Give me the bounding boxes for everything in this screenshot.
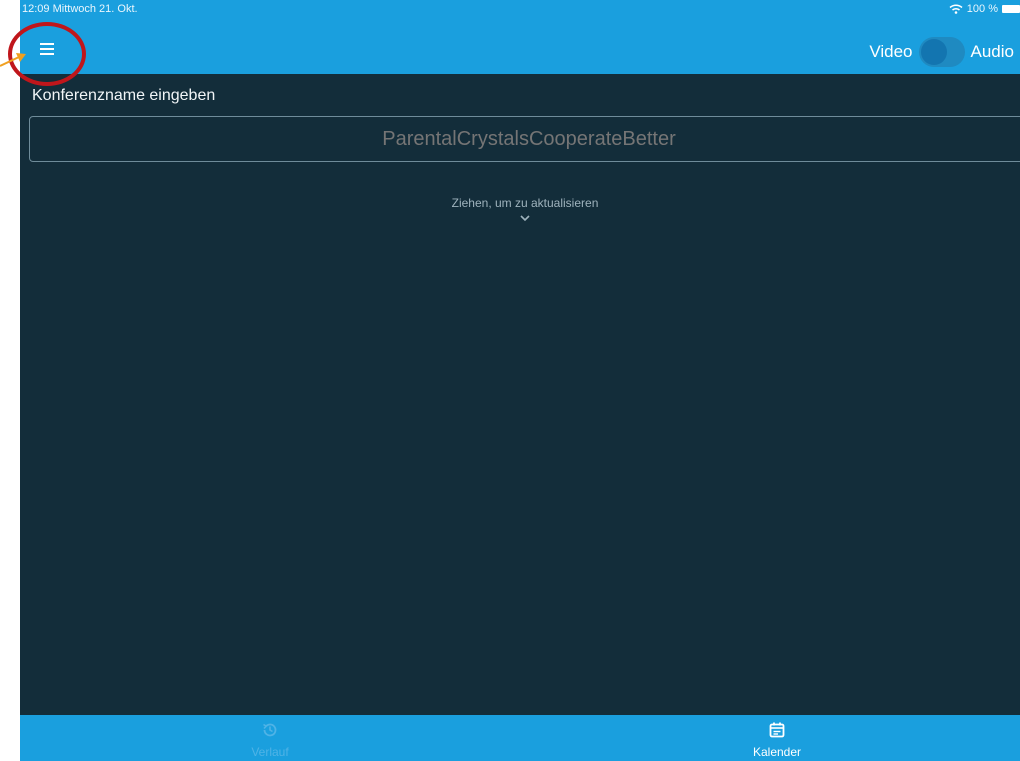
history-icon: [263, 723, 277, 737]
status-bar-left: 12:09 Mittwoch 21. Okt.: [22, 3, 138, 15]
status-bar-right: 100 %: [949, 3, 1020, 15]
bottom-tab-bar: Verlauf Kalender: [20, 715, 1020, 761]
toggle-knob: [920, 39, 947, 65]
chevron-down-icon: [520, 215, 530, 222]
tab-history-label: Verlauf: [251, 745, 289, 759]
annotation-arrow-icon: [0, 53, 26, 67]
tab-calendar-label: Kalender: [752, 745, 802, 759]
calendar-icon: [769, 722, 785, 738]
tab-calendar[interactable]: Kalender: [697, 715, 857, 761]
video-audio-switch: Video Audio: [863, 36, 1020, 68]
status-time: 12:09: [22, 3, 50, 15]
wifi-icon: [949, 4, 963, 14]
video-label: Video: [869, 42, 913, 61]
status-date: Mittwoch 21. Okt.: [52, 3, 138, 15]
pull-to-refresh-hint: Ziehen, um zu aktualisieren: [451, 196, 599, 210]
room-name-label: Konferenzname eingeben: [32, 87, 216, 104]
app-screen: 12:09 Mittwoch 21. Okt. 100 % Video Audi…: [20, 0, 1020, 761]
battery-icon: [1002, 5, 1020, 13]
tab-history[interactable]: Verlauf: [190, 715, 350, 761]
audio-only-toggle[interactable]: [918, 37, 965, 67]
room-name-input[interactable]: [29, 116, 1020, 162]
top-bar: 12:09 Mittwoch 21. Okt. 100 % Video Audi…: [20, 0, 1020, 74]
audio-label: Audio: [970, 42, 1014, 61]
battery-percentage: 100 %: [966, 3, 998, 15]
